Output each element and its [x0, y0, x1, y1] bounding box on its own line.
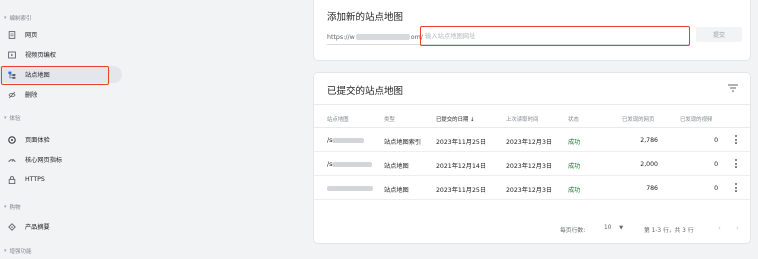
- discovered-pages[interactable]: 2,786: [614, 137, 658, 144]
- sitemap-path[interactable]: /s: [327, 137, 365, 144]
- sidebar-item-core-web-vitals[interactable]: 核心网页指标: [0, 151, 122, 168]
- sitemap-path[interactable]: /s: [327, 161, 373, 168]
- section-header-indexing[interactable]: ▾ 编制索引: [4, 14, 32, 22]
- column-header-last-read[interactable]: 上次读取时间: [506, 115, 538, 123]
- rows-per-page-value: 10: [604, 225, 612, 231]
- tag-icon: [7, 222, 16, 231]
- more-vert-icon[interactable]: [734, 159, 738, 169]
- sidebar-item-video-pages[interactable]: 视频页编权: [0, 46, 122, 63]
- lock-icon: [7, 175, 16, 184]
- submitted-date: 2021年12月14日: [436, 163, 487, 170]
- dropdown-arrow-icon: ▼: [619, 225, 624, 231]
- add-sitemap-card: 添加新的站点地图 https://wom/ 提交: [314, 0, 750, 60]
- section-label: 增强功能: [9, 249, 32, 255]
- chevron-down-icon: ▾: [4, 15, 7, 21]
- section-header-shopping[interactable]: ▾ 购物: [4, 203, 21, 211]
- last-read-date: 2023年12月3日: [506, 163, 553, 170]
- redacted-text: [332, 137, 365, 143]
- discovered-videos: 0: [714, 137, 718, 144]
- pagination-range: 第 1-3 行，共 3 行: [644, 228, 694, 234]
- more-vert-icon[interactable]: [734, 183, 738, 193]
- discovered-pages[interactable]: 786: [614, 185, 658, 192]
- table-row[interactable]: /s 站点地图 2021年12月14日 2023年12月3日 成功 2,000 …: [314, 152, 750, 176]
- chevron-down-icon: ▾: [4, 248, 7, 254]
- sidebar-item-sitemaps[interactable]: 站点地图: [0, 66, 122, 83]
- page-icon: [7, 30, 16, 39]
- discovered-videos: 0: [714, 185, 718, 192]
- column-header-discovered-pages[interactable]: 已发现的网页: [622, 115, 654, 123]
- sitemap-type: 站点地图: [384, 163, 409, 170]
- discovered-pages[interactable]: 2,000: [614, 161, 658, 168]
- site-url-prefix: https://w om/: [327, 34, 423, 41]
- sidebar-item-label: 删除: [25, 92, 38, 99]
- sidebar-item-page-experience[interactable]: 页面体验: [0, 131, 122, 148]
- sidebar-item-label: 站点地图: [25, 72, 50, 79]
- status-success: 成功: [568, 187, 581, 194]
- section-header-enhancements[interactable]: ▾ 增强功能: [4, 247, 32, 255]
- divider: [314, 104, 750, 105]
- discovered-videos: 0: [714, 161, 718, 168]
- column-header-discovered-videos[interactable]: 已发现的视频: [680, 115, 712, 123]
- sidebar-item-pages[interactable]: 网页: [0, 26, 122, 43]
- column-header-type[interactable]: 类型: [384, 115, 395, 123]
- submitted-date: 2023年11月25日: [436, 187, 487, 194]
- sitemap-type: 站点地图索引: [384, 139, 422, 146]
- sidebar-item-label: 视频页编权: [25, 52, 56, 59]
- submitted-sitemaps-title: 已提交的站点地图: [327, 86, 404, 97]
- speed-gauge-icon: [7, 155, 16, 164]
- page-experience-icon: [7, 135, 16, 144]
- rows-per-page-label: 每页行数:: [560, 228, 586, 234]
- prev-page-icon[interactable]: ‹: [718, 224, 721, 232]
- add-sitemap-title: 添加新的站点地图: [327, 12, 404, 23]
- removal-icon: [7, 90, 16, 99]
- section-label: 体验: [9, 116, 21, 122]
- video-page-icon: [7, 50, 16, 59]
- sitemap-icon: [7, 70, 16, 79]
- sitemap-url-input[interactable]: [420, 26, 690, 46]
- column-header-submitted-date[interactable]: 已提交的日期 ↓: [436, 115, 475, 123]
- chevron-down-icon: ▾: [4, 115, 7, 121]
- column-header-sitemap[interactable]: 站点地图: [327, 115, 349, 123]
- rows-per-page-select[interactable]: 10 ▼: [604, 225, 623, 231]
- column-header-status[interactable]: 状态: [568, 115, 579, 123]
- last-read-date: 2023年12月3日: [506, 187, 553, 194]
- redacted-domain: [355, 34, 410, 40]
- next-page-icon[interactable]: ›: [736, 224, 739, 232]
- redacted-text: [332, 161, 373, 167]
- submitted-sitemaps-card: 已提交的站点地图 站点地图 类型 已提交的日期 ↓ 上次读取时间 状态 已发现的…: [314, 73, 750, 243]
- url-prefix-start: https://w: [327, 34, 355, 41]
- status-success: 成功: [568, 139, 581, 146]
- sidebar-item-https[interactable]: HTTPS: [0, 171, 122, 188]
- sidebar-item-removals[interactable]: 删除: [0, 86, 122, 103]
- table-row[interactable]: 站点地图 2023年11月25日 2023年12月3日 成功 786 0: [314, 176, 750, 200]
- chevron-down-icon: ▾: [4, 204, 7, 210]
- sitemap-type: 站点地图: [384, 187, 409, 194]
- filter-icon[interactable]: [728, 84, 738, 92]
- sidebar-item-label: 页面体验: [25, 137, 50, 144]
- status-success: 成功: [568, 163, 581, 170]
- sitemap-path[interactable]: [327, 185, 373, 192]
- section-label: 编制索引: [9, 16, 32, 22]
- last-read-date: 2023年12月3日: [506, 139, 553, 146]
- sidebar-item-label: 产品摘要: [25, 224, 50, 231]
- section-label: 购物: [9, 205, 21, 211]
- sidebar: ▾ 编制索引 网页 视频页编权 站点地图 删除 ▾ 体验 页面体验 核心网页指标…: [0, 0, 122, 259]
- submitted-date: 2023年11月25日: [436, 139, 487, 146]
- sidebar-item-label: HTTPS: [25, 176, 45, 183]
- submit-button[interactable]: 提交: [696, 27, 742, 42]
- redacted-text: [327, 185, 373, 191]
- sidebar-item-label: 核心网页指标: [25, 157, 63, 164]
- sidebar-item-product-snippets[interactable]: 产品摘要: [0, 218, 122, 235]
- table-row[interactable]: /s 站点地图索引 2023年11月25日 2023年12月3日 成功 2,78…: [314, 128, 750, 152]
- section-header-experience[interactable]: ▾ 体验: [4, 114, 21, 122]
- sidebar-item-label: 网页: [25, 32, 38, 39]
- more-vert-icon[interactable]: [734, 135, 738, 145]
